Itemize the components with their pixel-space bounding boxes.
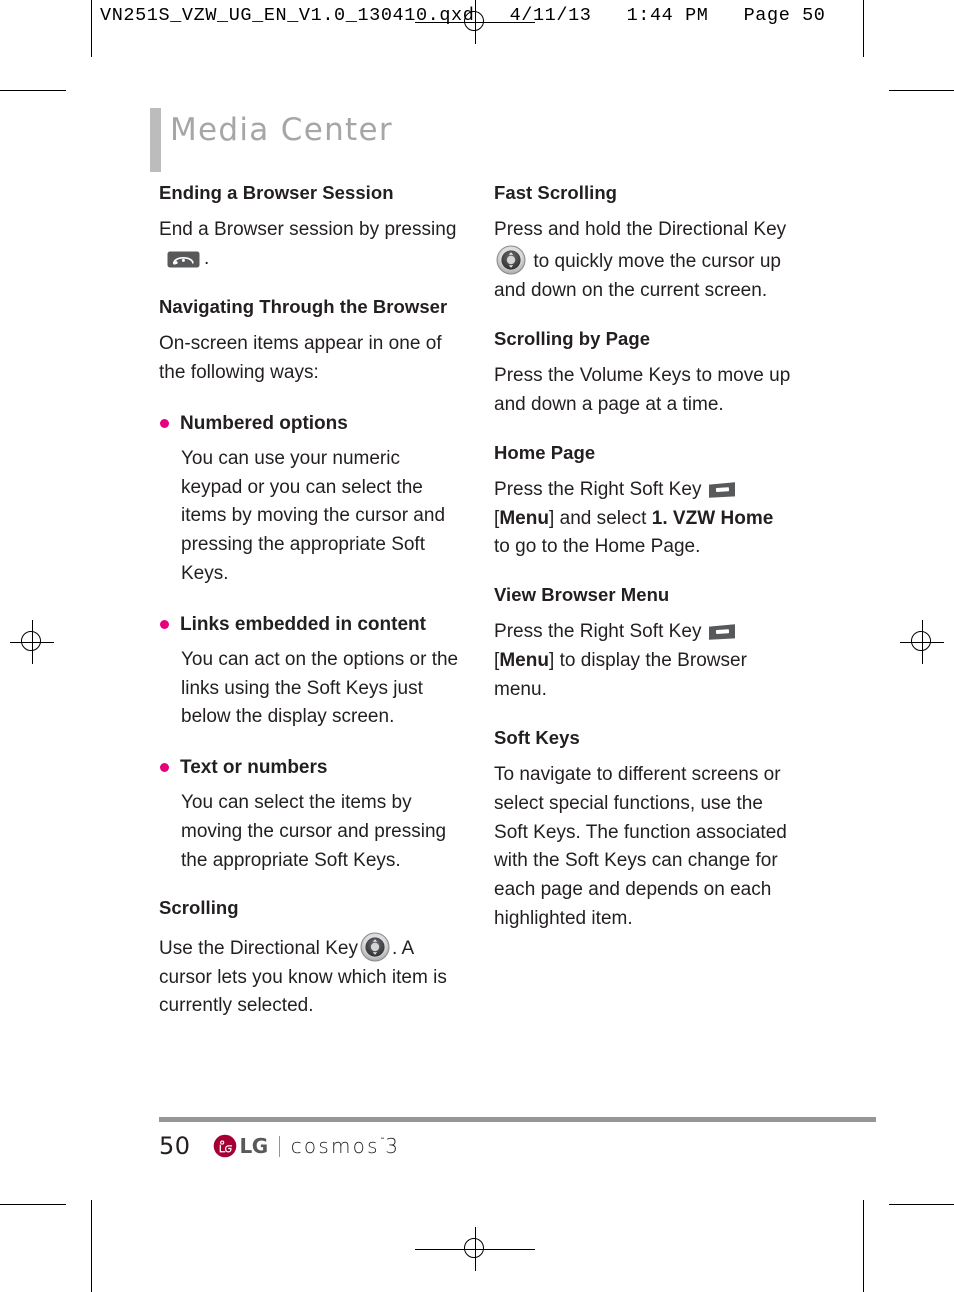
left-column: Ending a Browser Session End a Browser s… xyxy=(159,182,459,1021)
paragraph-text-after: to quickly move the cursor up and down o… xyxy=(494,251,782,301)
heading-soft-keys: Soft Keys xyxy=(494,726,580,748)
paragraph-text-before: Press the Right Soft Key xyxy=(494,621,702,643)
paragraph-text-before: Press and hold the Directional Key xyxy=(494,219,787,241)
paragraph-view-browser-menu: Press the Right Soft Key [Menu] to displa… xyxy=(494,618,794,704)
list-item-links-embedded-in-content: Links embedded in content xyxy=(159,611,459,638)
bullet-body-links-embedded: You can act on the options or the links … xyxy=(181,648,459,728)
manual-page: VN251S_VZW_UG_EN_V1.0_130410.qxd 4/11/13… xyxy=(0,0,954,1292)
list-item-text-or-numbers: Text or numbers xyxy=(159,754,459,781)
menu-label: Menu xyxy=(499,650,549,672)
slug-rule-left xyxy=(91,0,92,44)
chapter-accent-bar xyxy=(150,108,161,172)
paragraph-text-after: . xyxy=(204,248,210,270)
crop-mark-bottom-right-vertical xyxy=(863,1200,864,1292)
registration-mark-left xyxy=(10,620,54,664)
crop-mark-bottom-left-vertical xyxy=(91,1200,92,1292)
crop-mark-bottom-right-horizontal xyxy=(889,1204,954,1205)
bullet-body-numbered-options: You can use your numeric keypad or you c… xyxy=(181,447,446,584)
bullet-label: Numbered options xyxy=(180,412,348,434)
lg-cosmos-logo: LG cosmos˜3 xyxy=(213,1134,401,1158)
paragraph-text-after: to go to the Home Page. xyxy=(494,536,701,558)
heading-view-browser-menu: View Browser Menu xyxy=(494,584,670,606)
page-number: 50 xyxy=(159,1132,191,1160)
bullet-dot-icon xyxy=(160,763,169,773)
list-item-numbered-options: Numbered options xyxy=(159,410,459,437)
paragraph-text-before: Use the Directional Key xyxy=(159,937,358,959)
paragraph-on-screen-items: On-screen items appear in one of the fol… xyxy=(159,333,442,383)
directional-key-icon xyxy=(360,932,390,962)
heading-scrolling-by-page: Scrolling by Page xyxy=(494,327,651,349)
paragraph-scrolling-by-page: Press the Volume Keys to move up and dow… xyxy=(494,364,791,415)
menu-option-vzw-home: 1. VZW Home xyxy=(651,507,774,529)
bullet-label: Links embedded in content xyxy=(180,613,426,635)
registration-mark-top xyxy=(415,0,535,44)
bullet-label: Text or numbers xyxy=(180,757,328,779)
paragraph-scrolling-directional-key: Use the Directional Key. A cursor lets y… xyxy=(159,932,459,1021)
registration-ring xyxy=(911,631,931,651)
paragraph-soft-keys: To navigate to different screens or sele… xyxy=(494,764,787,930)
paragraph-end-browser-session: End a Browser session by pressing. xyxy=(159,216,459,274)
directional-key-icon xyxy=(496,245,526,275)
heading-home-page: Home Page xyxy=(494,441,596,463)
paragraph-home-page: Press the Right Soft Key [Menu] and selec… xyxy=(494,476,794,562)
lg-wordmark: LG xyxy=(239,1134,269,1158)
registration-ring xyxy=(21,631,41,651)
end-call-key-icon xyxy=(167,250,200,269)
heading-fast-scrolling: Fast Scrolling xyxy=(494,182,618,203)
lg-circle-mark-icon xyxy=(213,1134,236,1158)
right-column: Fast Scrolling Press and hold the Direct… xyxy=(494,182,794,934)
cosmos-text: cosmos xyxy=(290,1134,380,1158)
heading-scrolling: Scrolling xyxy=(159,897,239,919)
bullet-dot-icon xyxy=(160,418,169,428)
registration-mark-right xyxy=(900,620,944,664)
right-soft-key-icon xyxy=(707,481,737,499)
registration-ring xyxy=(464,11,484,31)
registration-ring xyxy=(464,1238,484,1258)
crop-mark-top-right-horizontal xyxy=(889,90,954,91)
paragraph-text-before: End a Browser session by pressing xyxy=(159,219,457,241)
registration-mark-bottom xyxy=(415,1227,535,1271)
heading-ending-a-browser-session: Ending a Browser Session xyxy=(159,182,394,203)
crop-mark-bottom-left-horizontal xyxy=(0,1204,66,1205)
bullet-dot-icon xyxy=(160,619,169,629)
paragraph-text-mid: and select xyxy=(554,507,652,529)
menu-label: Menu xyxy=(499,507,549,529)
paragraph-text-before: Press the Right Soft Key xyxy=(494,478,702,500)
paragraph-fast-scrolling: Press and hold the Directional Key to qu… xyxy=(494,216,794,305)
logo-divider xyxy=(278,1135,280,1157)
slug-rule-right xyxy=(863,0,864,44)
cosmos-version: 3 xyxy=(385,1134,401,1158)
right-soft-key-icon xyxy=(707,623,737,641)
page-footer: 50 LG cosmos˜3 xyxy=(159,1132,400,1160)
page-title: Media Center xyxy=(170,112,393,148)
bullet-body-text-or-numbers: You can select the items by moving the c… xyxy=(181,792,447,871)
cosmos-wordmark: cosmos˜3 xyxy=(291,1134,400,1158)
footer-divider xyxy=(159,1117,876,1122)
crop-mark-top-left-horizontal xyxy=(0,90,66,91)
heading-navigating-through-the-browser: Navigating Through the Browser xyxy=(159,295,448,317)
